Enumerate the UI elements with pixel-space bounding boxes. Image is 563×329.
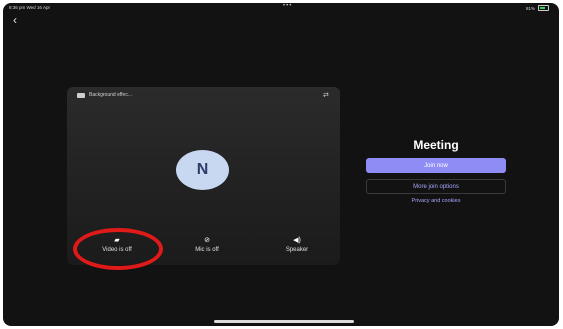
red-highlight-circle <box>73 228 163 270</box>
speaker-icon: ◀) <box>293 237 301 244</box>
meeting-join-panel: Meeting Join now More join options Priva… <box>365 138 507 204</box>
avatar-initial: N <box>196 161 209 178</box>
battery-icon <box>538 5 549 11</box>
mic-toggle-button[interactable]: ⊘ Mic is off <box>177 237 237 253</box>
chevron-left-icon[interactable]: ‹ <box>13 14 27 28</box>
speaker-label: Speaker <box>285 247 309 253</box>
battery-percent: 81% <box>525 5 535 11</box>
meeting-title: Meeting <box>413 138 459 152</box>
camera-switch-icon[interactable]: ⇄ <box>323 91 332 99</box>
join-now-button[interactable]: Join now <box>366 158 506 173</box>
multitasking-dots[interactable]: ••• <box>283 3 292 9</box>
mic-toggle-label: Mic is off <box>195 247 219 253</box>
sparkle-icon <box>77 92 85 98</box>
background-effects-button[interactable]: Background effec... <box>77 92 132 98</box>
status-bar: 8:36 pm Wed 16 Apr ••• 81% <box>3 3 559 13</box>
status-time: 8:36 pm Wed 16 Apr <box>9 5 50 10</box>
status-right: 81% <box>526 5 549 11</box>
speaker-button[interactable]: ◀) Speaker <box>267 237 327 253</box>
home-indicator[interactable] <box>214 320 354 323</box>
app-screen: 8:36 pm Wed 16 Apr ••• 81% ‹ Background … <box>3 3 559 326</box>
background-effects-label: Background effec... <box>89 92 132 98</box>
more-join-options-button[interactable]: More join options <box>366 179 506 194</box>
mic-off-icon: ⊘ <box>204 237 210 244</box>
avatar: N <box>176 150 229 190</box>
privacy-link[interactable]: Privacy and cookies <box>365 198 507 204</box>
